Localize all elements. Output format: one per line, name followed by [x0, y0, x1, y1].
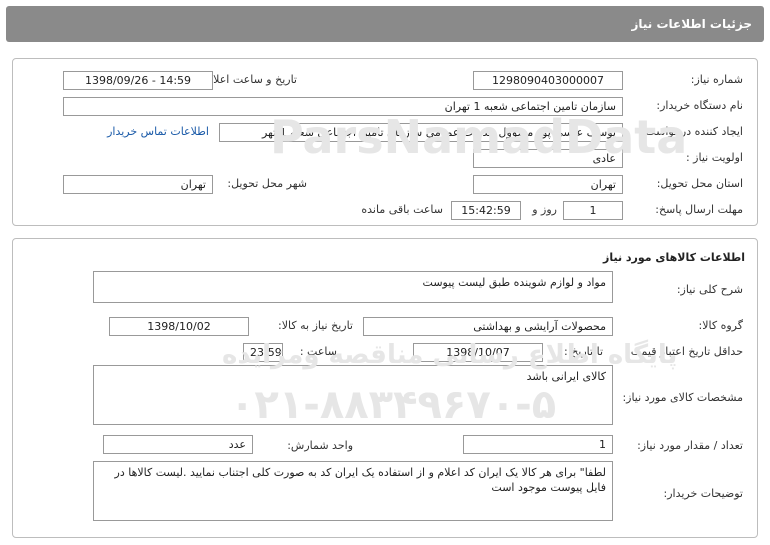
city-field: تهران [63, 175, 213, 194]
priority-label: اولویت نیاز : [685, 151, 743, 164]
days-unit-label: روز و [532, 203, 557, 216]
goods-section-title: اطلاعات کالاهای مورد نیاز [603, 251, 745, 264]
city-label: شهر محل تحویل: [227, 177, 307, 190]
need-date-label: تاریخ نیاز به کالا: [278, 319, 353, 332]
announce-date-field: 1398/09/26 - 14:59 [63, 71, 213, 90]
buyer-label: نام دستگاه خریدار: [656, 99, 743, 112]
province-label: استان محل تحویل: [656, 177, 743, 190]
specs-field: کالای ایرانی باشد [93, 365, 613, 425]
description-label: شرح کلی نیاز: [676, 283, 743, 296]
min-validity-label: حداقل تاریخ اعتبار قیمت: [627, 345, 743, 358]
to-date-label: تا تاریخ : [564, 345, 603, 358]
unit-label: واحد شمارش: [287, 439, 353, 452]
deadline-label: مهلت ارسال پاسخ: [655, 203, 743, 216]
buyer-notes-field: لطفا" برای هر کالا یک ایران کد اعلام و ا… [93, 461, 613, 521]
need-number-label: شماره نیاز: [690, 73, 743, 86]
description-field: مواد و لوازم شوینده طبق لیست پیوست [93, 271, 613, 303]
need-info-panel: شماره نیاز: 1298090403000007 تاریخ و ساع… [12, 58, 758, 226]
deadline-time-field: 15:42:59 [451, 201, 521, 220]
unit-field: عدد [103, 435, 253, 454]
page-title: جزئیات اطلاعات نیاز [631, 17, 752, 31]
quantity-field: 1 [463, 435, 613, 454]
buyer-field: سازمان تامین اجتماعی شعبه 1 تهران [63, 97, 623, 116]
creator-label: ایجاد کننده درخواست: [641, 125, 743, 138]
creator-field: یوسف عیسی پور مسؤول خدمات عمومی سازمان ت… [219, 123, 623, 142]
quantity-label: تعداد / مقدار مورد نیاز: [637, 439, 743, 452]
specs-label: مشخصات کالای مورد نیاز: [622, 391, 743, 404]
priority-field: عادی [473, 149, 623, 168]
need-number-field: 1298090403000007 [473, 71, 623, 90]
hour-field: 23:59 [243, 343, 283, 362]
province-field: تهران [473, 175, 623, 194]
goods-info-panel: اطلاعات کالاهای مورد نیاز شرح کلی نیاز: … [12, 238, 758, 538]
goods-group-label: گروه کالا: [698, 319, 743, 332]
need-date-field: 1398/10/02 [109, 317, 249, 336]
to-date-field: 1398/10/07 [413, 343, 543, 362]
deadline-days-field: 1 [563, 201, 623, 220]
page-header: جزئیات اطلاعات نیاز [6, 6, 764, 42]
goods-group-field: محصولات آرایشی و بهداشتی [363, 317, 613, 336]
buyer-contact-link[interactable]: اطلاعات تماس خریدار [107, 125, 209, 138]
hour-label: ساعت : [299, 345, 337, 358]
remaining-label: ساعت باقی مانده [361, 203, 443, 216]
buyer-notes-label: توضیحات خریدار: [663, 487, 744, 500]
